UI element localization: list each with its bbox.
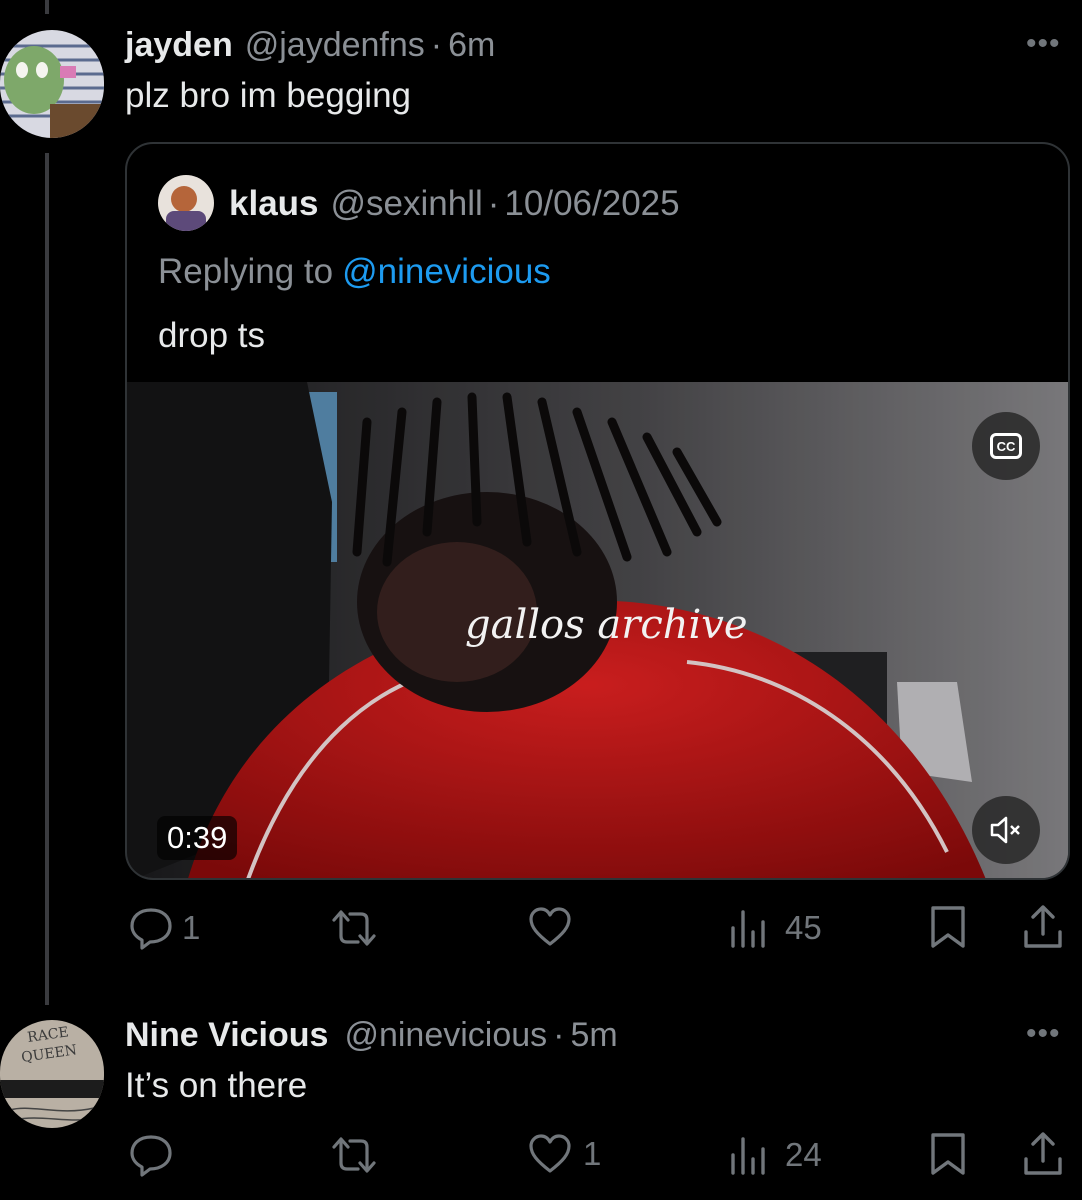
avatar[interactable]: RACE QUEEN: [0, 1020, 104, 1128]
bookmark-button[interactable]: [928, 1131, 968, 1177]
replying-handle-link[interactable]: @ninevicious: [342, 252, 551, 292]
reply-bubble-icon: [130, 908, 172, 950]
share-upload-icon: [1024, 905, 1062, 948]
reply1-header: jayden @jaydenfns · 6m: [125, 26, 495, 65]
thread-connector: [45, 0, 49, 14]
avatar-image-icon: [0, 30, 104, 138]
views-button[interactable]: 24: [729, 1133, 822, 1177]
reply-bubble-icon: [130, 1135, 172, 1177]
handle: @sexinhll: [330, 184, 483, 223]
reply-count: 1: [182, 909, 201, 946]
replying-to: Replying to @ninevicious: [158, 252, 551, 292]
like-count: 1: [583, 1135, 602, 1172]
avatar-image-icon: RACE QUEEN: [0, 1020, 104, 1128]
display-name[interactable]: jayden: [125, 26, 233, 65]
video-duration: 0:39: [157, 816, 238, 860]
duration-label: 0:39: [167, 820, 228, 855]
quoted-post[interactable]: klaus @sexinhll · 10/06/2025 Replying to…: [125, 142, 1070, 880]
separator-dot: ·: [553, 1016, 565, 1054]
reply-button[interactable]: 1: [128, 906, 200, 950]
quote-text: drop ts: [158, 316, 265, 355]
views-count: 45: [785, 909, 822, 946]
handle[interactable]: @ninevicious: [344, 1016, 547, 1055]
more-options-icon[interactable]: •••: [1026, 29, 1061, 59]
bookmark-icon: [931, 906, 965, 948]
handle[interactable]: @jaydenfns: [245, 26, 425, 65]
display-name: klaus: [229, 184, 319, 223]
timestamp: 10/06/2025: [504, 184, 680, 223]
retweet-button[interactable]: [330, 1133, 378, 1177]
separator-dot: ·: [430, 26, 443, 64]
quote-header: klaus @sexinhll · 10/06/2025: [229, 184, 680, 224]
retweet-icon: [332, 910, 376, 946]
share-button[interactable]: [1022, 1131, 1064, 1177]
share-upload-icon: [1024, 1132, 1062, 1175]
captions-button[interactable]: CC: [972, 412, 1040, 480]
retweet-button[interactable]: [330, 906, 378, 950]
bookmark-button[interactable]: [928, 904, 968, 950]
quote-avatar: [158, 175, 214, 231]
like-button[interactable]: [527, 906, 573, 948]
views-count: 24: [785, 1136, 822, 1173]
video-watermark: gallos archive: [465, 602, 748, 648]
views-button[interactable]: 45: [729, 906, 822, 950]
reply2-header: Nine Vicious @ninevicious · 5m: [125, 1016, 618, 1055]
thread-connector: [45, 153, 49, 1005]
retweet-icon: [332, 1137, 376, 1173]
timestamp[interactable]: 5m: [571, 1016, 618, 1055]
like-button[interactable]: 1: [527, 1133, 601, 1175]
replying-prefix: Replying to: [158, 252, 334, 291]
cc-label: CC: [996, 438, 1016, 454]
speaker-muted-icon: [990, 816, 1020, 844]
post-text: plz bro im begging: [125, 76, 411, 115]
timestamp[interactable]: 6m: [448, 26, 495, 65]
heart-icon: [529, 907, 571, 946]
share-button[interactable]: [1022, 904, 1064, 950]
mute-button[interactable]: [972, 796, 1040, 864]
views-chart-icon: [731, 1137, 765, 1175]
avatar-image-icon: [158, 175, 214, 231]
cc-icon: CC: [990, 433, 1022, 459]
video-player[interactable]: gallos archive CC 0:39: [127, 382, 1068, 878]
bookmark-icon: [931, 1133, 965, 1175]
reply-button[interactable]: [128, 1133, 174, 1177]
avatar[interactable]: [0, 30, 104, 138]
display-name[interactable]: Nine Vicious: [125, 1016, 328, 1055]
more-options-icon[interactable]: •••: [1026, 1019, 1061, 1049]
post-text: It’s on there: [125, 1066, 308, 1105]
views-chart-icon: [731, 910, 765, 948]
separator-dot: ·: [487, 184, 500, 223]
heart-icon: [529, 1134, 571, 1173]
